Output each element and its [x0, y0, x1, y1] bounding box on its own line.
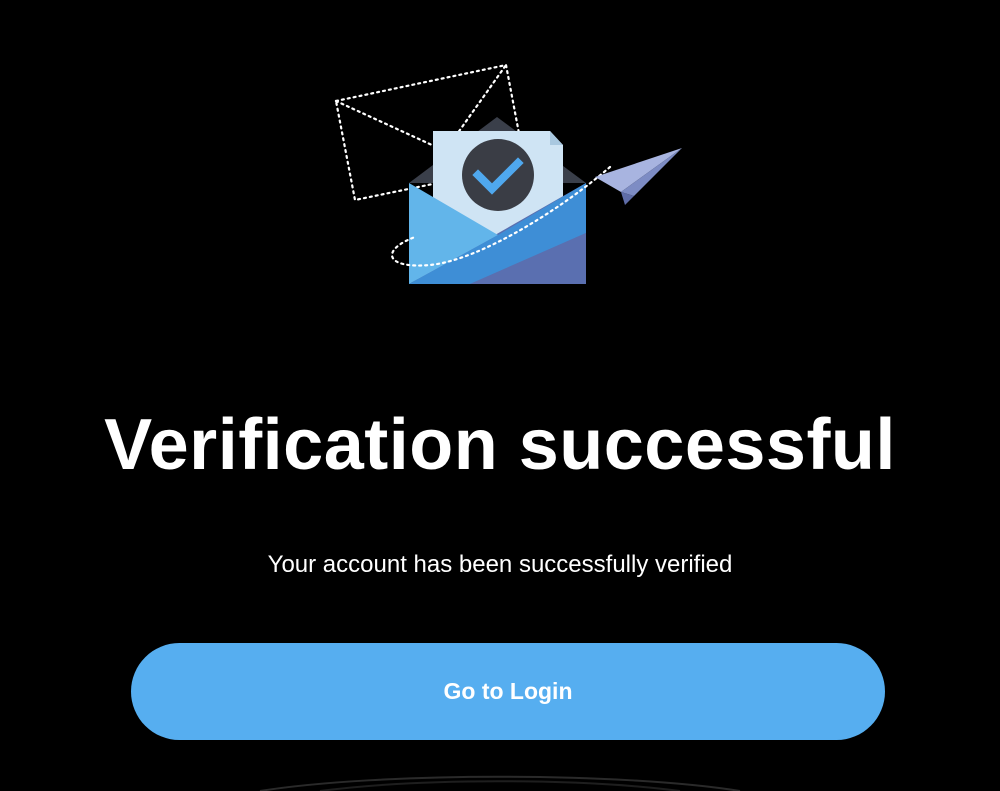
- page-title: Verification successful: [104, 405, 896, 485]
- decorative-arc: [259, 775, 741, 791]
- go-to-login-button[interactable]: Go to Login: [131, 643, 885, 740]
- email-verified-icon: [334, 63, 682, 284]
- email-verified-illustration: [320, 55, 700, 295]
- verification-message: Your account has been successfully verif…: [267, 551, 733, 578]
- paper-plane-icon: [595, 148, 682, 205]
